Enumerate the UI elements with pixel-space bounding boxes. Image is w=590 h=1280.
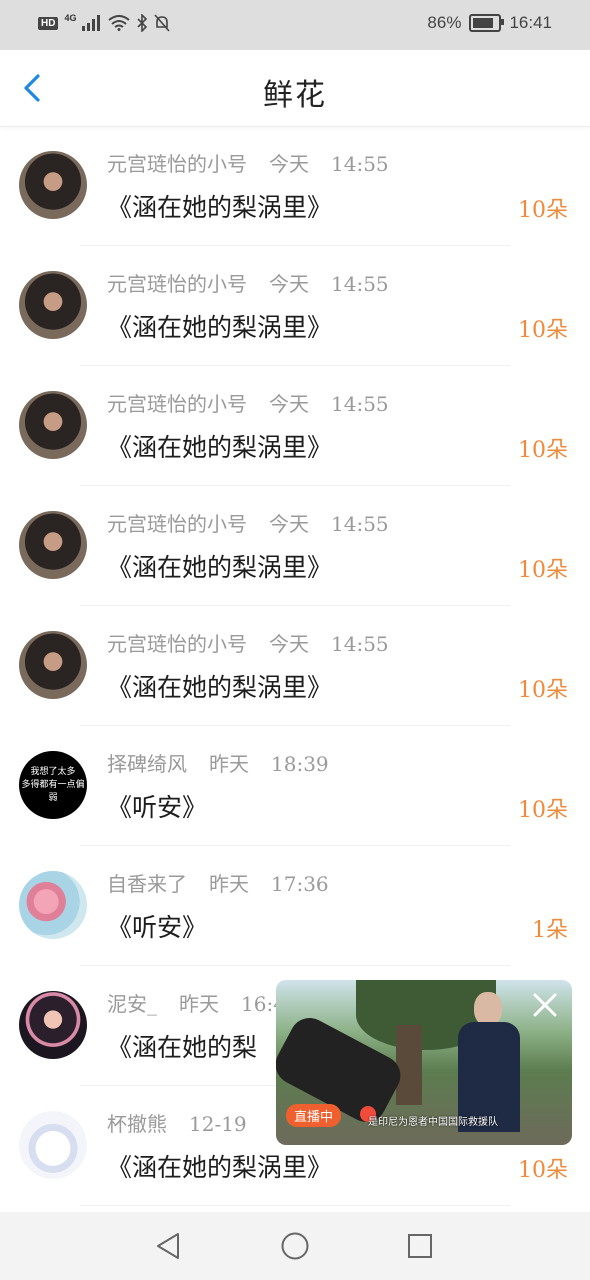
flower-count: 10朵 — [518, 678, 568, 703]
hd-icon: HD — [38, 16, 59, 30]
wifi-icon — [108, 15, 131, 31]
status-left: HD 4G — [38, 13, 171, 32]
sender-name: 自香来了 — [107, 872, 187, 896]
item-meta: 元宫琏怡的小号 今天 14:55 — [107, 508, 411, 537]
sender-name: 杯撤熊 — [107, 1112, 167, 1136]
sent-time: 14:55 — [331, 272, 389, 296]
avatar[interactable] — [19, 1111, 87, 1179]
video-scene-trunk — [396, 1025, 422, 1105]
avatar[interactable] — [19, 151, 87, 219]
avatar[interactable] — [19, 871, 87, 939]
square-recents-icon — [408, 1234, 432, 1258]
nav-recents-button[interactable] — [404, 1230, 436, 1262]
sender-name: 元宫琏怡的小号 — [107, 152, 247, 176]
sent-day: 昨天 — [179, 992, 219, 1016]
avatar[interactable] — [19, 271, 87, 339]
song-title: 《涵在她的梨涡里》 — [107, 1153, 333, 1182]
avatar[interactable] — [19, 991, 87, 1059]
item-meta: 元宫琏怡的小号 今天 14:55 — [107, 388, 411, 417]
item-meta: 元宫琏怡的小号 今天 14:55 — [107, 148, 411, 177]
song-title: 《涵在她的梨 — [107, 1033, 258, 1062]
battery-icon — [469, 14, 505, 32]
live-badge: 直播中 — [286, 1104, 342, 1127]
status-bar: HD 4G 86% 16:41 — [0, 0, 590, 50]
close-video-button[interactable] — [530, 990, 560, 1020]
avatar[interactable] — [19, 631, 87, 699]
sender-name: 元宫琏怡的小号 — [107, 632, 247, 656]
sent-day: 今天 — [269, 632, 309, 656]
list-item[interactable]: 元宫琏怡的小号 今天 14:55 《涵在她的梨涡里》 10朵 — [0, 486, 590, 606]
flower-count: 10朵 — [518, 798, 568, 823]
list-item[interactable]: 元宫琏怡的小号 今天 14:55 《涵在她的梨涡里》 10朵 — [0, 366, 590, 486]
sender-name: 元宫琏怡的小号 — [107, 272, 247, 296]
avatar-text-line1: 我想了太多 — [30, 766, 76, 777]
battery-percent: 86% — [427, 13, 462, 32]
song-title: 《涵在她的梨涡里》 — [107, 313, 333, 342]
system-nav-bar — [0, 1212, 590, 1280]
flower-count: 10朵 — [518, 558, 568, 583]
flower-count: 10朵 — [518, 198, 568, 223]
song-title: 《涵在她的梨涡里》 — [107, 193, 333, 222]
sent-time: 14:55 — [331, 152, 389, 176]
sender-name: 择碑绮风 — [107, 752, 187, 776]
video-scene-person — [458, 992, 520, 1132]
bluetooth-icon — [137, 14, 148, 32]
item-meta: 元宫琏怡的小号 今天 14:55 — [107, 628, 411, 657]
app-header: 鲜花 — [0, 50, 590, 127]
item-meta: 杯撤熊 12-19 — [107, 1108, 291, 1137]
avatar[interactable]: 我想了太多 多得都有一点偏弱 — [19, 751, 87, 819]
sent-time: 14:55 — [331, 512, 389, 536]
mute-bell-icon — [154, 14, 171, 32]
sent-time: 14:55 — [331, 392, 389, 416]
status-right: 86% 16:41 — [427, 13, 552, 33]
page-title: 鲜花 — [263, 78, 327, 113]
item-meta: 择碑绮风 昨天 18:39 — [107, 748, 351, 777]
video-caption: 是印尼为恩者中国国际救援队 — [368, 1117, 498, 1128]
flower-count: 10朵 — [518, 318, 568, 343]
sent-time: 18:39 — [271, 752, 329, 776]
avatar-text-line2: 多得都有一点偏弱 — [21, 779, 85, 803]
divider — [80, 1205, 510, 1206]
song-title: 《涵在她的梨涡里》 — [107, 553, 333, 582]
nav-back-button[interactable] — [152, 1230, 184, 1262]
song-title: 《听安》 — [107, 913, 208, 942]
triangle-back-icon — [157, 1233, 179, 1259]
sent-day: 昨天 — [209, 752, 249, 776]
flower-count: 1朵 — [532, 918, 568, 943]
avatar[interactable] — [19, 391, 87, 459]
list-item[interactable]: 我想了太多 多得都有一点偏弱 择碑绮风 昨天 18:39 《听安》 10朵 — [0, 726, 590, 846]
sender-name: 元宫琏怡的小号 — [107, 512, 247, 536]
sent-day: 今天 — [269, 392, 309, 416]
song-title: 《听安》 — [107, 793, 208, 822]
flower-count: 10朵 — [518, 438, 568, 463]
network-label: 4G — [64, 13, 77, 23]
sent-day: 今天 — [269, 272, 309, 296]
item-meta: 自香来了 昨天 17:36 — [107, 868, 351, 897]
floating-live-video[interactable]: 直播中 是印尼为恩者中国国际救援队 — [276, 980, 572, 1145]
close-icon — [533, 993, 557, 1017]
sent-day: 今天 — [269, 152, 309, 176]
sent-time: 14:55 — [331, 632, 389, 656]
avatar[interactable] — [19, 511, 87, 579]
sent-day: 今天 — [269, 512, 309, 536]
clock: 16:41 — [509, 13, 552, 32]
sender-name: 泥安_ — [107, 992, 157, 1016]
list-item[interactable]: 元宫琏怡的小号 今天 14:55 《涵在她的梨涡里》 10朵 — [0, 606, 590, 726]
song-title: 《涵在她的梨涡里》 — [107, 433, 333, 462]
sent-time: 17:36 — [271, 872, 329, 896]
song-title: 《涵在她的梨涡里》 — [107, 673, 333, 702]
flower-count: 10朵 — [518, 1158, 568, 1183]
signal-icon — [82, 15, 101, 31]
sender-name: 元宫琏怡的小号 — [107, 392, 247, 416]
nav-home-button[interactable] — [279, 1230, 311, 1262]
sent-day: 昨天 — [209, 872, 249, 896]
list-item[interactable]: 自香来了 昨天 17:36 《听安》 1朵 — [0, 846, 590, 966]
circle-home-icon — [281, 1232, 309, 1260]
sent-day: 12-19 — [189, 1112, 247, 1136]
item-meta: 元宫琏怡的小号 今天 14:55 — [107, 268, 411, 297]
list-item[interactable]: 元宫琏怡的小号 今天 14:55 《涵在她的梨涡里》 10朵 — [0, 246, 590, 366]
list-item[interactable]: 元宫琏怡的小号 今天 14:55 《涵在她的梨涡里》 10朵 — [0, 126, 590, 246]
